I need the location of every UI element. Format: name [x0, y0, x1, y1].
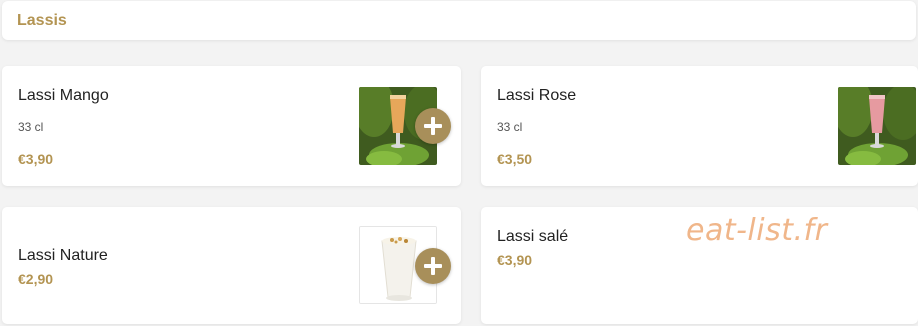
item-name: Lassi Rose [497, 87, 577, 104]
item-price: €3,90 [18, 151, 54, 167]
add-to-cart-button[interactable] [415, 108, 451, 144]
rose-lassi-photo-icon [838, 87, 916, 165]
item-description: 33 cl [497, 120, 523, 134]
menu-item-card[interactable]: Lassi Nature €2,90 [2, 207, 461, 324]
menu-item-card[interactable]: Lassi Rose 33 cl €3,50 [481, 66, 918, 186]
section-title: Lassis [17, 11, 67, 29]
section-header: Lassis [2, 1, 916, 40]
watermark: eat-list.fr [686, 213, 828, 248]
item-price: €3,50 [497, 151, 533, 167]
menu-item-card[interactable]: Lassi Mango 33 cl €3,90 [2, 66, 461, 186]
item-name: Lassi salé [497, 228, 569, 245]
item-price: €2,90 [18, 271, 54, 287]
add-to-cart-button[interactable] [415, 248, 451, 284]
item-name: Lassi Mango [18, 87, 109, 104]
item-description: 33 cl [18, 120, 44, 134]
item-name: Lassi Nature [18, 247, 108, 264]
item-price: €3,90 [497, 252, 533, 268]
